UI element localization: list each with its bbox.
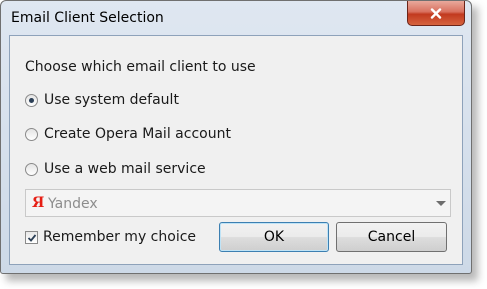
remember-choice[interactable]: Remember my choice (25, 229, 196, 245)
option-system-default-label: Use system default (44, 92, 179, 108)
option-system-default[interactable]: Use system default (25, 92, 179, 108)
ok-button[interactable]: OK (219, 222, 329, 252)
yandex-icon: Я (32, 195, 45, 211)
chevron-down-icon[interactable] (436, 201, 446, 206)
web-mail-service-select[interactable]: Я Yandex (25, 189, 451, 217)
title-bar[interactable]: Email Client Selection (1, 1, 471, 35)
close-button[interactable] (407, 1, 465, 26)
cancel-button[interactable]: Cancel (336, 222, 447, 252)
option-opera-mail[interactable]: Create Opera Mail account (25, 126, 231, 142)
checkmark-icon (27, 233, 37, 242)
option-web-mail-label: Use a web mail service (44, 161, 206, 177)
window-title: Email Client Selection (11, 10, 164, 26)
remember-choice-checkbox[interactable] (25, 230, 38, 244)
dialog-heading: Choose which email client to use (25, 59, 256, 75)
option-web-mail[interactable]: Use a web mail service (25, 161, 206, 177)
remember-choice-label: Remember my choice (43, 229, 197, 245)
option-opera-mail-label: Create Opera Mail account (44, 126, 231, 142)
dialog-window: Email Client Selection Choose which emai… (0, 0, 472, 274)
web-mail-service-value: Yandex (48, 196, 98, 212)
radio-opera-mail[interactable] (25, 127, 38, 141)
close-icon (430, 7, 442, 19)
radio-web-mail[interactable] (25, 162, 38, 176)
radio-system-default[interactable] (25, 93, 38, 107)
dialog-content: Choose which email client to use Use sys… (9, 35, 463, 265)
